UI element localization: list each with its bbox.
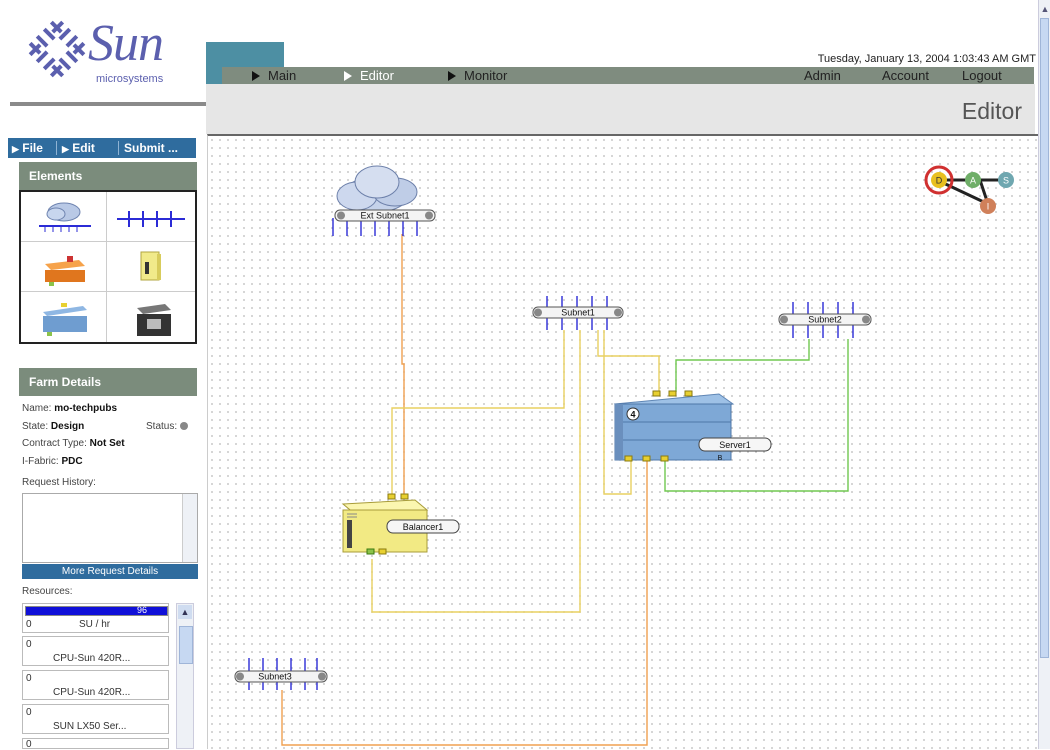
resource-item: 0 SUN LX50 Ser... (22, 704, 169, 734)
edit-menu[interactable]: ▶ Edit (62, 138, 95, 158)
scroll-thumb[interactable] (179, 626, 193, 664)
main-nav: Main Editor Monitor Admin Account Logout (222, 67, 1034, 84)
mode-d-label: D (936, 176, 943, 186)
play-icon (252, 71, 260, 81)
sun-logo-icon (28, 20, 86, 78)
editor-toolbar: ▶ File ▶ Edit Submit ... (8, 138, 196, 158)
farm-name: Name: mo-techpubs (22, 403, 118, 414)
scroll-up-icon[interactable]: ▲ (1040, 4, 1050, 14)
status-dot-icon (179, 422, 188, 430)
subnet3-node[interactable]: Subnet3 (234, 658, 328, 690)
firewall-icon (140, 251, 161, 281)
subnet2-node[interactable]: Subnet2 (778, 302, 872, 338)
brand-subtitle: microsystems (96, 73, 164, 85)
palette-subnet-cloud[interactable] (21, 192, 107, 242)
elements-panel-header: Elements (19, 162, 197, 190)
wire-subnet3-to-server (281, 460, 648, 746)
subnet2-label: Subnet2 (808, 315, 842, 325)
wire-subnet1-to-balancer (391, 330, 565, 496)
page-scrollbar[interactable]: ▲ (1038, 0, 1050, 749)
wire-subnet1-to-server-top (597, 330, 660, 392)
title-band (206, 84, 1035, 134)
server-label: Server1 (719, 440, 751, 450)
su-meter-track: 96 (25, 605, 168, 616)
mode-s-label: S (1003, 176, 1009, 186)
brand-logo-text: Sun (88, 15, 164, 72)
request-history-list[interactable] (22, 493, 198, 563)
farm-details-header: Farm Details (19, 368, 197, 396)
resource-su-meter: 96 0 SU / hr (22, 603, 169, 633)
balancer-node[interactable]: Balancer1 (341, 493, 460, 555)
toolbar-divider (56, 141, 57, 155)
scroll-up-icon[interactable]: ▲ (178, 605, 192, 619)
palette-storage[interactable] (107, 292, 195, 342)
wire-balancer-to-subnet1 (371, 330, 581, 613)
mode-selector[interactable]: D A S I (924, 165, 1014, 214)
server-icon (43, 303, 87, 336)
resources-label: Resources: (22, 586, 73, 597)
nav-account[interactable]: Account (882, 67, 929, 84)
nav-editor[interactable]: Editor (344, 67, 394, 84)
storage-icon (137, 304, 171, 336)
nav-monitor[interactable]: Monitor (448, 67, 507, 84)
request-history-label: Request History: (22, 477, 96, 488)
farm-state: State: Design (22, 421, 85, 432)
file-menu[interactable]: ▶ File (12, 138, 43, 158)
nav-main[interactable]: Main (252, 67, 296, 84)
subnet1-label: Subnet1 (561, 308, 595, 318)
palette-firewall[interactable] (107, 242, 195, 292)
resource-item: 0 CPU-Sun 420R... (22, 636, 169, 666)
wire-ext-to-balancer (401, 234, 405, 496)
subnet-bus-icon (117, 211, 185, 227)
nav-logout[interactable]: Logout (962, 67, 1002, 84)
balancer-label: Balancer1 (403, 522, 444, 532)
mode-a-label: A (970, 176, 976, 186)
mode-i-label: I (987, 202, 990, 212)
farm-status: Status: (146, 421, 188, 432)
palette-load-balancer[interactable] (21, 242, 107, 292)
page-title: Editor (961, 98, 1022, 124)
scroll-thumb[interactable] (1040, 18, 1049, 658)
nav-admin[interactable]: Admin (804, 67, 841, 84)
ext-subnet-label: Ext Subnet1 (360, 211, 409, 221)
ext-subnet-node[interactable]: Ext Subnet1 (332, 165, 436, 236)
submit-button[interactable]: Submit ... (124, 138, 178, 158)
toolbar-divider (118, 141, 119, 155)
load-balancer-icon (45, 256, 85, 286)
farm-contract: Contract Type: Not Set (22, 438, 125, 449)
network-diagram: Ext Subnet1 Subnet1 Subnet2 Subnet3 4 Se… (234, 165, 1014, 746)
resource-item: 0 CPU-Sun 420R... (22, 670, 169, 700)
play-icon (448, 71, 456, 81)
header-divider (10, 102, 220, 106)
cloud-subnet-icon (39, 202, 91, 232)
subnet3-label: Subnet3 (258, 672, 292, 682)
palette-subnet-bus[interactable] (107, 192, 195, 242)
more-request-details-button[interactable]: More Request Details (22, 564, 198, 579)
resources-scrollbar[interactable]: ▲ (176, 603, 194, 749)
resource-item: 0 (22, 738, 169, 750)
subnet1-node[interactable]: Subnet1 (532, 296, 624, 330)
play-icon (344, 71, 352, 81)
server-badge: B (718, 455, 723, 462)
server-node[interactable]: 4 Server1 B (613, 390, 772, 462)
request-history-scrollbar[interactable] (182, 494, 197, 562)
wire-subnet2-to-server-top (675, 339, 810, 392)
server-count: 4 (630, 410, 635, 420)
elements-palette (19, 190, 197, 344)
farm-ifabric: I-Fabric: PDC (22, 456, 83, 467)
datetime-display: Tuesday, January 13, 2004 1:03:43 AM GMT (817, 53, 1036, 65)
palette-server[interactable] (21, 292, 107, 342)
logo-area: Sun microsystems (0, 0, 208, 104)
